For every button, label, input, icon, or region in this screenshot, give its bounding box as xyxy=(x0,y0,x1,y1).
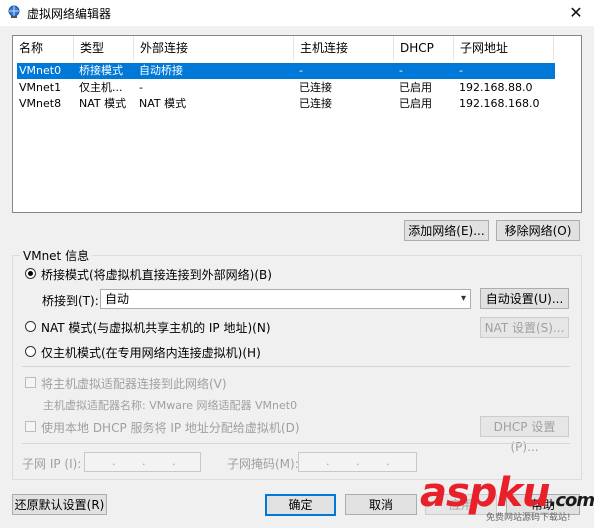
add-network-button[interactable]: 添加网络(E)... xyxy=(404,220,489,241)
ok-button[interactable]: 确定 xyxy=(265,494,336,516)
cancel-button[interactable]: 取消 xyxy=(345,494,417,515)
cell-subnet: - xyxy=(459,64,463,77)
cell-dhcp: 已启用 xyxy=(399,81,432,94)
column-header-host[interactable]: 主机连接 xyxy=(294,36,394,60)
nat-mode-radio[interactable] xyxy=(25,321,36,332)
connect-host-adapter-label[interactable]: 将主机虚拟适配器连接到此网络(V) xyxy=(41,375,227,392)
table-row[interactable]: VMnet0 桥接模式 自动桥接 - - - xyxy=(17,63,555,79)
column-header-type[interactable]: 类型 xyxy=(74,36,134,60)
cell-dhcp: - xyxy=(399,64,403,77)
ip-dot: . xyxy=(112,455,116,468)
nat-mode-label[interactable]: NAT 模式(与虚拟机共享主机的 IP 地址)(N) xyxy=(41,319,271,336)
column-header-dhcp[interactable]: DHCP xyxy=(394,36,454,60)
cell-host: 已连接 xyxy=(299,97,332,110)
table-row[interactable]: VMnet8 NAT 模式 NAT 模式 已连接 已启用 192.168.168… xyxy=(17,96,555,112)
close-icon[interactable]: ✕ xyxy=(566,3,586,23)
cell-name: VMnet1 xyxy=(19,81,62,94)
network-list[interactable]: 名称 类型 外部连接 主机连接 DHCP 子网地址 VMnet0 桥接模式 自动… xyxy=(12,35,582,213)
chevron-down-icon: ▾ xyxy=(460,293,466,304)
logo-suffix: .com xyxy=(549,490,594,511)
ip-dot: . xyxy=(326,455,330,468)
window-title: 虚拟网络编辑器 xyxy=(27,7,112,21)
bridge-to-value: 自动 xyxy=(105,292,130,306)
ip-dot: . xyxy=(172,455,176,468)
connect-host-adapter-checkbox[interactable] xyxy=(25,377,36,388)
column-header-external[interactable]: 外部连接 xyxy=(134,36,294,60)
cell-external: - xyxy=(139,81,143,94)
cell-dhcp: 已启用 xyxy=(399,97,432,110)
host-only-radio[interactable] xyxy=(25,346,36,357)
remove-network-button[interactable]: 移除网络(O) xyxy=(496,220,580,241)
column-header-subnet[interactable]: 子网地址 xyxy=(454,36,554,60)
cell-host: - xyxy=(299,64,303,77)
ip-dot: . xyxy=(356,455,360,468)
subnet-ip-label: 子网 IP (I): xyxy=(22,457,82,471)
cell-subnet: 192.168.168.0 xyxy=(459,97,540,110)
bridge-mode-radio[interactable] xyxy=(25,268,36,279)
restore-defaults-button[interactable]: 还原默认设置(R) xyxy=(12,494,107,515)
bridge-to-label: 桥接到(T): xyxy=(42,294,99,308)
use-dhcp-checkbox[interactable] xyxy=(25,421,36,432)
cell-name: VMnet8 xyxy=(19,97,62,110)
network-globe-icon xyxy=(8,5,20,18)
cell-host: 已连接 xyxy=(299,81,332,94)
cell-external: NAT 模式 xyxy=(139,97,187,110)
nat-settings-button[interactable]: NAT 设置(S)... xyxy=(480,317,569,338)
ip-dot: . xyxy=(386,455,390,468)
cell-name: VMnet0 xyxy=(19,64,62,77)
bridge-mode-label[interactable]: 桥接模式(将虚拟机直接连接到外部网络)(B) xyxy=(41,266,272,283)
dhcp-settings-button[interactable]: DHCP 设置(P)... xyxy=(480,416,569,454)
cell-type: 桥接模式 xyxy=(79,64,123,77)
column-header-name[interactable]: 名称 xyxy=(13,36,74,60)
ip-dot: . xyxy=(142,455,146,468)
cell-type: NAT 模式 xyxy=(79,97,127,110)
host-only-label[interactable]: 仅主机模式(在专用网络内连接虚拟机)(H) xyxy=(41,344,261,361)
separator xyxy=(22,443,570,444)
cell-subnet: 192.168.88.0 xyxy=(459,81,533,94)
cell-type: 仅主机... xyxy=(79,81,123,94)
cell-external: 自动桥接 xyxy=(139,64,183,77)
table-row[interactable]: VMnet1 仅主机... - 已连接 已启用 192.168.88.0 xyxy=(17,80,555,96)
subnet-mask-label: 子网掩码(M): xyxy=(227,457,299,471)
subnet-ip-input[interactable]: . . . xyxy=(84,452,201,472)
host-adapter-name: 主机虚拟适配器名称: VMware 网络适配器 VMnet0 xyxy=(43,399,298,412)
bridge-to-select[interactable]: 自动 ▾ xyxy=(100,289,471,309)
group-title: VMnet 信息 xyxy=(20,247,93,264)
separator xyxy=(22,366,570,367)
auto-settings-button[interactable]: 自动设置(U)... xyxy=(480,288,569,309)
watermark-subtext: 免费网站源码下载站! xyxy=(486,513,571,523)
subnet-mask-input[interactable]: . . . xyxy=(298,452,417,472)
use-dhcp-label[interactable]: 使用本地 DHCP 服务将 IP 地址分配给虚拟机(D) xyxy=(41,419,300,436)
